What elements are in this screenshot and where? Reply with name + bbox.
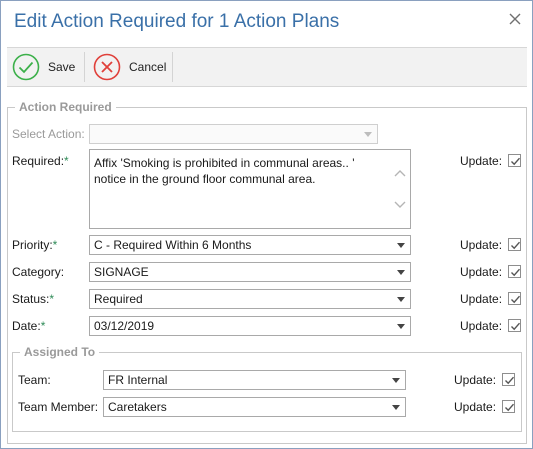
date-update-label: Update: (460, 319, 503, 333)
team-dropdown[interactable]: FR Internal (103, 370, 406, 390)
priority-value: C - Required Within 6 Months (94, 238, 252, 252)
required-marker: * (49, 292, 55, 306)
team-member-value: Caretakers (108, 400, 167, 414)
required-text: Affix 'Smoking is prohibited in communal… (94, 156, 355, 186)
memo-scrollbar[interactable] (393, 168, 407, 210)
save-button-label: Save (48, 60, 76, 74)
team-member-update-label: Update: (454, 400, 497, 414)
required-marker: * (40, 319, 46, 333)
checkmark-icon (511, 157, 521, 166)
team-update-label: Update: (454, 373, 497, 387)
chevron-down-icon (397, 270, 405, 275)
toolbar-separator (84, 52, 85, 82)
scroll-up-icon[interactable] (393, 168, 407, 178)
required-marker: * (64, 154, 69, 168)
checkmark-icon (511, 322, 521, 331)
required-label: Required:* (12, 154, 69, 168)
checkmark-icon (505, 403, 515, 412)
team-member-label: Team Member: (18, 400, 99, 414)
chevron-down-icon (392, 378, 400, 383)
scroll-down-icon[interactable] (393, 200, 407, 210)
status-dropdown[interactable]: Required (89, 289, 411, 309)
close-icon[interactable] (508, 12, 522, 26)
checkmark-icon (511, 295, 521, 304)
status-value: Required (94, 292, 143, 306)
checkmark-icon (511, 241, 521, 250)
date-picker[interactable]: 03/12/2019 (89, 316, 411, 336)
priority-dropdown[interactable]: C - Required Within 6 Months (89, 235, 411, 255)
toolbar: Save Cancel (7, 47, 527, 87)
cancel-button[interactable]: Cancel (92, 48, 166, 86)
status-update-checkbox[interactable] (508, 292, 521, 305)
chevron-down-icon (392, 405, 400, 410)
chevron-down-icon (397, 243, 405, 248)
select-action-label: Select Action: (12, 127, 85, 141)
team-label: Team: (18, 373, 51, 387)
date-label: Date:* (12, 319, 46, 333)
status-update-label: Update: (460, 292, 503, 306)
team-update-checkbox[interactable] (502, 373, 515, 386)
dialog-title: Edit Action Required for 1 Action Plans (14, 11, 340, 32)
toolbar-separator (172, 52, 173, 82)
chevron-down-icon (364, 132, 372, 137)
edit-action-dialog: Edit Action Required for 1 Action Plans … (0, 0, 533, 449)
action-required-legend: Action Required (15, 100, 116, 114)
required-update-checkbox[interactable] (508, 154, 521, 167)
priority-update-checkbox[interactable] (508, 238, 521, 251)
priority-update-label: Update: (460, 238, 503, 252)
date-value: 03/12/2019 (94, 319, 155, 333)
required-marker: * (52, 238, 58, 252)
check-circle-icon (12, 53, 40, 81)
category-value: SIGNAGE (94, 265, 149, 279)
assigned-to-group (12, 352, 522, 432)
checkmark-icon (505, 376, 515, 385)
team-value: FR Internal (108, 373, 168, 387)
team-member-update-checkbox[interactable] (502, 400, 515, 413)
category-update-checkbox[interactable] (508, 265, 521, 278)
cancel-button-label: Cancel (129, 60, 167, 74)
category-dropdown[interactable]: SIGNAGE (89, 262, 411, 282)
team-member-dropdown[interactable]: Caretakers (103, 397, 406, 417)
select-action-dropdown[interactable] (89, 124, 378, 144)
required-update-label: Update: (460, 154, 503, 168)
priority-label: Priority:* (12, 238, 58, 252)
cancel-circle-icon (93, 53, 121, 81)
chevron-down-icon (397, 297, 405, 302)
date-update-checkbox[interactable] (508, 319, 521, 332)
category-label: Category: (12, 265, 65, 279)
checkmark-icon (511, 268, 521, 277)
save-button[interactable]: Save (11, 48, 75, 86)
status-label: Status:* (12, 292, 55, 306)
assigned-to-legend: Assigned To (20, 345, 100, 359)
chevron-down-icon (397, 324, 405, 329)
category-update-label: Update: (460, 265, 503, 279)
required-textarea[interactable]: Affix 'Smoking is prohibited in communal… (89, 149, 411, 229)
